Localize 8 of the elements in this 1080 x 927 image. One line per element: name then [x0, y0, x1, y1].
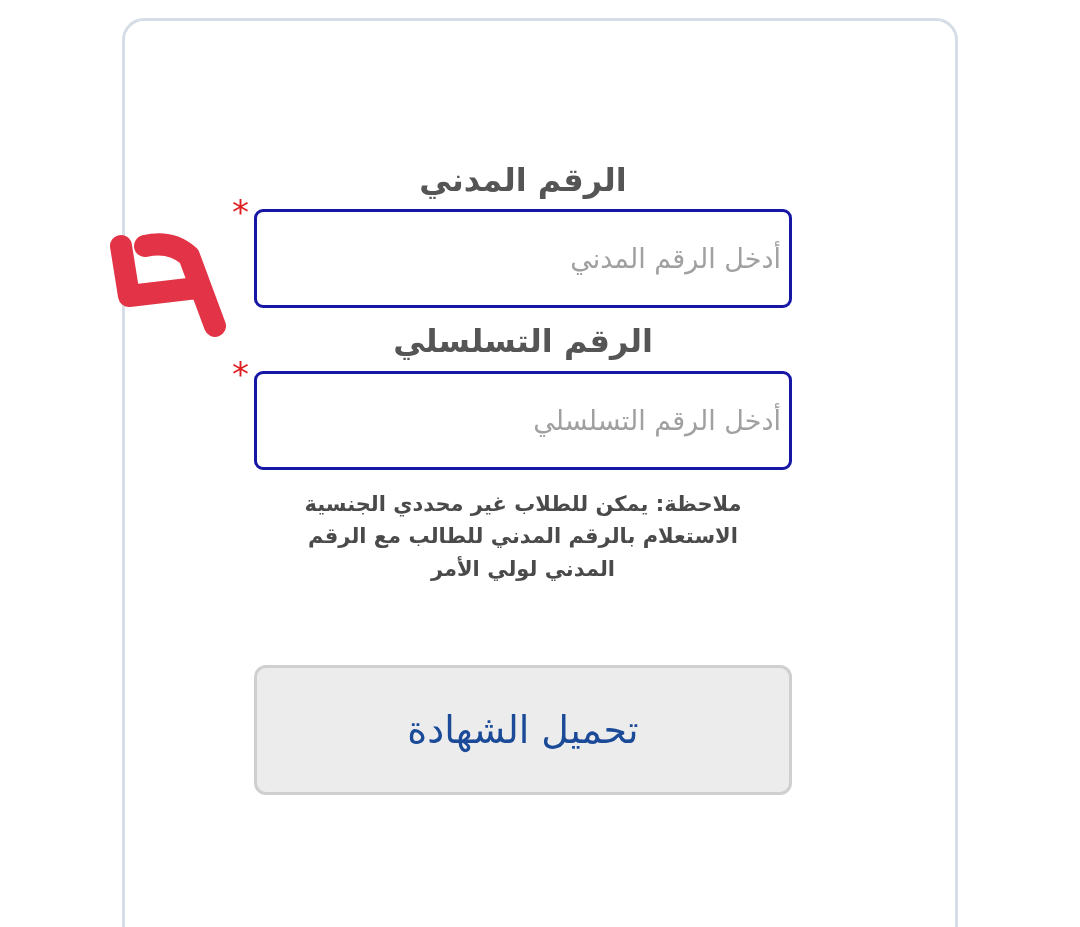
field-label: الرقم المدني [419, 161, 627, 200]
required-asterisk: * [232, 195, 249, 230]
download-button[interactable]: تحميل الشهادة [254, 665, 792, 796]
required-asterisk: * [232, 356, 249, 391]
input-field[interactable]: أدخل الرقم المدني [254, 209, 792, 309]
input-field[interactable]: أدخل الرقم التسلسلي [254, 370, 792, 470]
field-label: الرقم التسلسلي [393, 322, 653, 361]
note-text: ملاحظة: يمكن للطلاب غير محددي الجنسية الاستعلام بالرقم المدني للطالب مع الرقم المدني لولي الأمر [303, 490, 743, 583]
